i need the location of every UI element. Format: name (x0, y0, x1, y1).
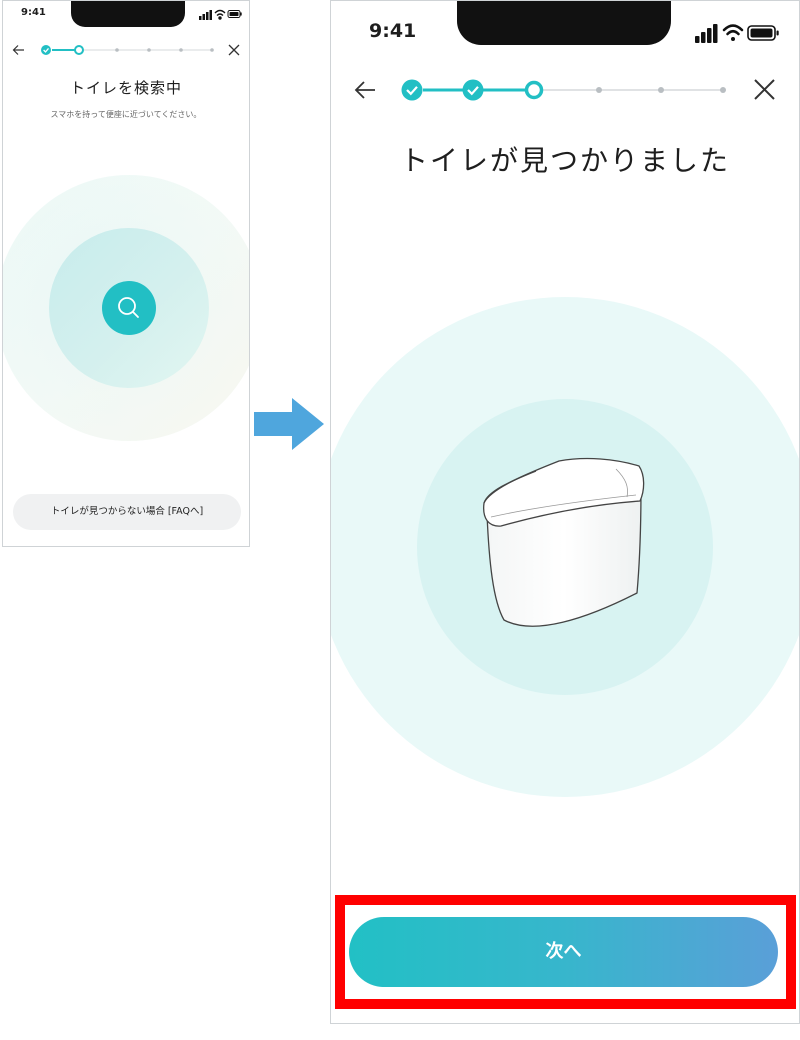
right-arrow-icon (254, 398, 324, 450)
battery-icon (227, 10, 242, 18)
step-4 (596, 87, 602, 93)
faq-button[interactable]: トイレが見つからない場合 [FAQへ] (13, 494, 241, 530)
signal-icon (199, 10, 212, 20)
close-icon[interactable] (754, 79, 775, 100)
search-radar (3, 175, 249, 441)
status-time: 9:41 (21, 7, 46, 18)
status-time: 9:41 (369, 20, 417, 42)
step-5 (179, 48, 183, 52)
phone-notch (71, 1, 185, 27)
page-title: トイレが見つかりました (399, 144, 730, 177)
step-2-current (74, 45, 84, 55)
step-progress (12, 44, 240, 56)
toilet-icon (483, 457, 645, 627)
step-3-current (524, 80, 544, 100)
phone-screen-searching: 9:41 トイレを検索中 スマホを持って便座に近づいてください。 トイレが見つか… (2, 0, 250, 547)
phone-screen-found: 9:41 トイレが見つかりました (330, 0, 800, 1024)
step-1-completed (41, 45, 51, 55)
step-progress (354, 79, 775, 101)
next-button[interactable]: 次へ (349, 917, 778, 987)
wifi-icon (722, 24, 744, 41)
search-icon (102, 281, 156, 335)
step-3 (115, 48, 119, 52)
wifi-icon (214, 9, 226, 20)
page-subtitle: スマホを持って便座に近づいてください。 (50, 110, 202, 119)
step-2-completed (462, 79, 484, 101)
step-6 (210, 48, 214, 52)
status-bar-icons (199, 9, 242, 20)
found-illustration (331, 297, 799, 797)
battery-icon (747, 25, 779, 41)
phone-notch (457, 1, 671, 45)
signal-icon (695, 24, 718, 43)
step-1-completed (401, 79, 423, 101)
back-arrow-icon[interactable] (12, 45, 25, 55)
page-title: トイレを検索中 (69, 79, 182, 97)
step-6 (720, 87, 726, 93)
close-icon[interactable] (228, 44, 240, 56)
status-bar-icons (695, 24, 779, 43)
back-arrow-icon[interactable] (354, 81, 375, 99)
step-4 (147, 48, 151, 52)
step-5 (658, 87, 664, 93)
